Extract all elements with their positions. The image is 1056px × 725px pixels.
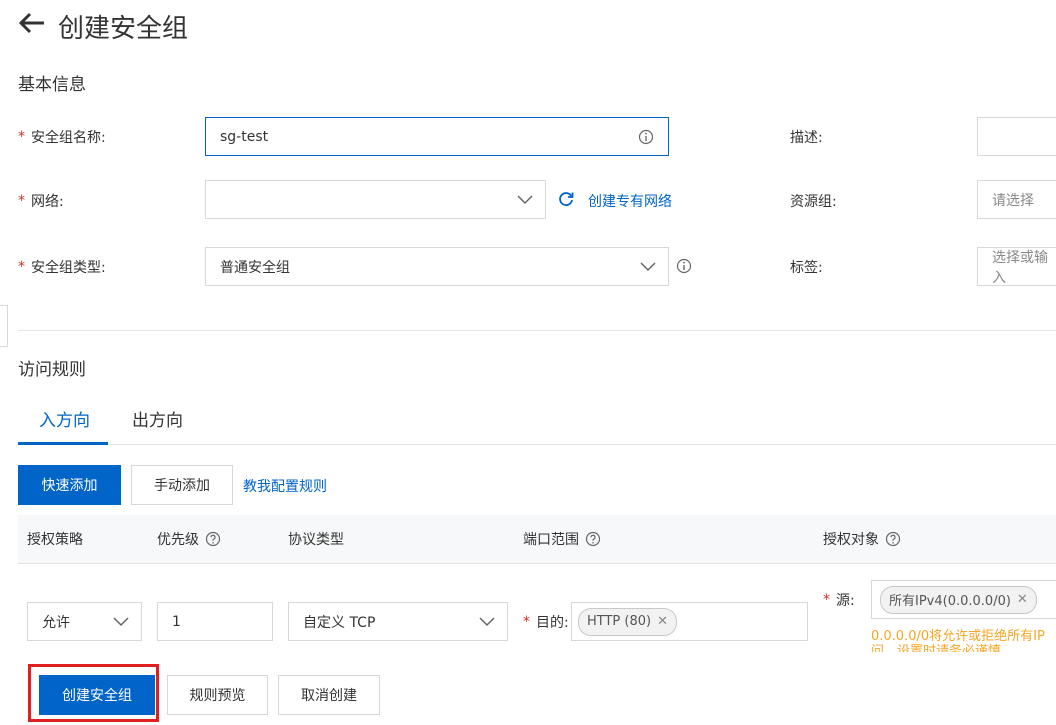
desc-input[interactable]	[977, 117, 1056, 156]
chevron-down-icon	[113, 616, 129, 626]
basic-info-title: 基本信息	[18, 75, 86, 95]
cancel-create-button[interactable]: 取消创建	[278, 675, 380, 715]
priority-input[interactable]: 1	[157, 602, 273, 641]
source-input[interactable]: 所有IPv4(0.0.0.0/0) ✕	[871, 580, 1056, 619]
col-protocol: 协议类型	[288, 532, 344, 548]
network-label: * 网络:	[18, 193, 64, 210]
col-priority: 优先级	[157, 515, 221, 563]
name-input[interactable]: sg-test	[205, 117, 669, 156]
rules-table-header: 授权策略 优先级 协议类型 端口范围 授权对象	[18, 515, 1056, 564]
manual-add-button[interactable]: 手动添加	[131, 465, 233, 505]
protocol-select[interactable]: 自定义 TCP	[288, 602, 508, 641]
col-policy: 授权策略	[27, 532, 83, 548]
policy-select[interactable]: 允许	[27, 602, 142, 641]
name-label: * 安全组名称:	[18, 129, 106, 146]
help-config-link[interactable]: 教我配置规则	[243, 476, 327, 496]
rule-preview-button[interactable]: 规则预览	[167, 675, 268, 715]
resource-group-select[interactable]: 请选择	[977, 180, 1056, 219]
help-icon[interactable]	[885, 531, 901, 547]
desc-label: 描述:	[790, 130, 823, 146]
col-port-range: 端口范围	[523, 515, 601, 563]
tab-inbound[interactable]: 入方向	[39, 406, 90, 431]
required-icon: *	[18, 193, 25, 209]
side-collapse-handle[interactable]	[0, 305, 8, 347]
refresh-icon[interactable]	[558, 191, 574, 207]
divider	[18, 330, 1056, 331]
info-icon	[638, 129, 654, 145]
help-icon[interactable]	[205, 531, 221, 547]
create-vpc-link[interactable]: 创建专有网络	[588, 191, 672, 211]
required-icon: *	[18, 129, 25, 145]
required-icon: *	[523, 614, 530, 630]
dest-port-input[interactable]: HTTP (80) ✕	[571, 602, 808, 641]
required-icon: *	[823, 592, 830, 608]
close-icon[interactable]: ✕	[1017, 592, 1028, 607]
arrow-left-icon[interactable]	[18, 11, 54, 41]
type-label: * 安全组类型:	[18, 259, 106, 276]
tag-label: 标签:	[790, 260, 823, 276]
quick-add-button[interactable]: 快速添加	[18, 465, 121, 505]
dest-port-tag: HTTP (80) ✕	[578, 607, 677, 636]
tabs-divider	[18, 444, 1056, 445]
tab-outbound[interactable]: 出方向	[132, 406, 183, 431]
resource-group-label: 资源组:	[790, 194, 837, 210]
chevron-down-icon	[640, 261, 656, 271]
create-security-group-button[interactable]: 创建安全组	[39, 675, 155, 715]
type-select[interactable]: 普通安全组	[205, 247, 669, 286]
tag-select[interactable]: 选择或输入	[977, 247, 1056, 286]
chevron-down-icon	[517, 194, 533, 204]
page-title: 创建安全组	[58, 13, 189, 44]
page-header: 创建安全组	[18, 6, 188, 46]
access-rules-title: 访问规则	[18, 360, 86, 380]
tab-active-indicator	[18, 442, 108, 445]
info-icon[interactable]	[676, 258, 692, 274]
col-auth-object: 授权对象	[823, 515, 901, 563]
network-select[interactable]	[205, 180, 546, 219]
source-label: * 源:	[823, 592, 855, 609]
required-icon: *	[18, 259, 25, 275]
source-warning-cont: 问，设置时请务必谨慎	[871, 644, 1002, 652]
dest-label: * 目的:	[523, 614, 569, 631]
help-icon[interactable]	[585, 531, 601, 547]
close-icon[interactable]: ✕	[657, 614, 668, 629]
source-tag: 所有IPv4(0.0.0.0/0) ✕	[880, 585, 1037, 614]
chevron-down-icon	[479, 616, 495, 626]
